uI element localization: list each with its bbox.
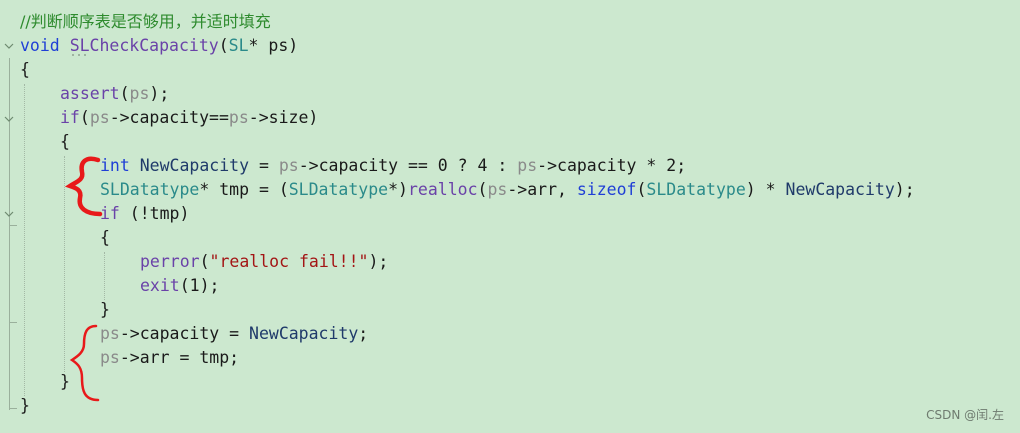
- code-text: * ps): [248, 36, 299, 55]
- fold-guide: [9, 58, 11, 410]
- variable: ps: [517, 156, 538, 175]
- type-name: SLDatatype: [100, 180, 200, 199]
- function-name: SLCheckCapacity: [69, 36, 219, 55]
- fold-chevron-icon[interactable]: [3, 208, 15, 220]
- function-call: perror: [140, 252, 200, 271]
- code-text: ->capacity * 2;: [537, 156, 687, 175]
- punct: );: [368, 252, 389, 271]
- identifier: NewCapacity: [785, 180, 895, 199]
- keyword: void: [20, 36, 60, 55]
- code-editor[interactable]: //判断顺序表是否够用，并适时填充 void SLCheckCapacity(S…: [0, 0, 1020, 433]
- code-text: ) *: [745, 180, 786, 199]
- type-name: SLDatatype: [646, 180, 746, 199]
- code-text: =: [249, 156, 279, 175]
- indent-guide: [24, 84, 25, 396]
- punct: (: [79, 108, 90, 127]
- code-line-1: void SLCheckCapacity(SL* ps): [20, 34, 298, 58]
- code-line-3: assert(ps);: [60, 82, 169, 106]
- keyword: sizeof: [576, 180, 637, 199]
- suggestion-dots: [72, 54, 86, 56]
- function-call: realloc: [407, 180, 478, 199]
- code-text: ->capacity == 0 ? 4 :: [298, 156, 518, 175]
- punct: (: [218, 36, 229, 55]
- type-name: SL: [228, 36, 249, 55]
- code-line-4: if(ps->capacity==ps->size): [60, 106, 318, 130]
- code-text: ->arr = tmp;: [119, 348, 240, 367]
- code-text: ->arr,: [507, 180, 577, 199]
- code-text: (!tmp): [119, 204, 190, 223]
- code-line-11: exit(1);: [140, 274, 220, 298]
- fold-guide-end: [9, 408, 17, 409]
- fold-guide-inner-end: [9, 225, 17, 226]
- code-text: * tmp = (: [199, 180, 289, 199]
- code-line-2: {: [20, 60, 30, 79]
- fold-guide-if-end: [9, 322, 17, 323]
- indent-guide: [104, 252, 105, 300]
- identifier: NewCapacity: [139, 156, 250, 175]
- red-brace-annotation: [64, 156, 103, 217]
- variable: ps: [228, 108, 249, 127]
- punct: (: [477, 180, 488, 199]
- variable: ps: [278, 156, 299, 175]
- code-line-7: SLDatatype* tmp = (SLDatatype*)realloc(p…: [100, 178, 915, 202]
- punct: ;: [358, 324, 369, 343]
- code-text: (1);: [179, 276, 220, 295]
- punct: (: [119, 84, 130, 103]
- function-call: exit: [140, 276, 180, 295]
- red-brace-annotation: [69, 324, 100, 402]
- code-line-6: int NewCapacity = ps->capacity == 0 ? 4 …: [100, 154, 686, 178]
- identifier: NewCapacity: [249, 324, 359, 343]
- keyword: if: [60, 108, 80, 127]
- code-text: ->capacity==: [109, 108, 229, 127]
- code-line-16: }: [20, 396, 30, 415]
- punct: );: [149, 84, 170, 103]
- code-line-10: perror("realloc fail!!");: [140, 250, 388, 274]
- punct: );: [894, 180, 915, 199]
- variable: ps: [89, 108, 110, 127]
- punct: (: [199, 252, 210, 271]
- code-line-14: ps->arr = tmp;: [100, 346, 239, 370]
- code-text: *): [388, 180, 408, 199]
- string-literal: "realloc fail!!": [209, 252, 369, 271]
- function-call: assert: [60, 84, 120, 103]
- code-line-9: {: [100, 228, 110, 247]
- fold-chevron-icon[interactable]: [3, 40, 15, 52]
- type-name: SLDatatype: [288, 180, 389, 199]
- code-line-8: if (!tmp): [100, 202, 189, 226]
- variable: ps: [129, 84, 150, 103]
- code-text: ->capacity =: [119, 324, 250, 343]
- fold-chevron-icon[interactable]: [3, 113, 15, 125]
- code-comment: //判断顺序表是否够用，并适时填充: [20, 12, 271, 31]
- watermark: CSDN @闰.左: [926, 408, 1004, 422]
- punct: (: [636, 180, 647, 199]
- variable: ps: [487, 180, 508, 199]
- code-line-13: ps->capacity = NewCapacity;: [100, 322, 368, 346]
- code-line-12: }: [100, 300, 110, 319]
- code-text: ->size): [248, 108, 319, 127]
